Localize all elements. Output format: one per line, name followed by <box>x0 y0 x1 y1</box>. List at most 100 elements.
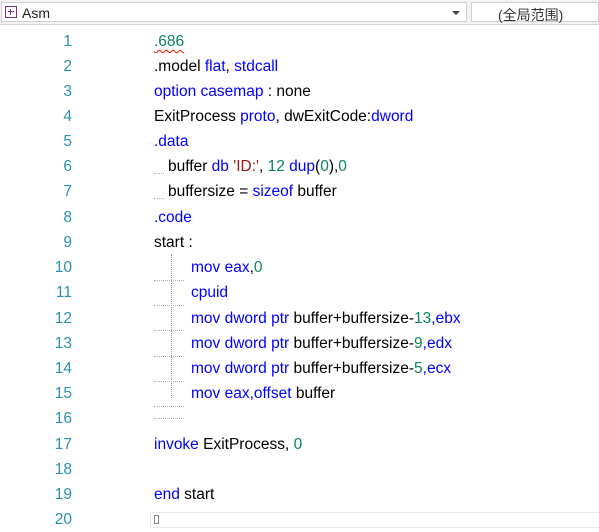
keyword: stdcall <box>234 58 279 75</box>
string-literal: 'ID:' <box>233 158 259 175</box>
directive: .model <box>154 58 205 75</box>
code-text: mov dword ptr buffer+buffersize-9,edx <box>191 331 452 356</box>
code-line: 10 <box>0 255 599 280</box>
punctuation: , <box>258 158 268 175</box>
number-literal: 0 <box>338 158 347 175</box>
register: ,ebx <box>431 310 461 327</box>
register: ,ecx <box>422 360 452 377</box>
identifier: buffer <box>293 183 337 200</box>
number-literal: 0 <box>253 259 263 276</box>
line-number: 19 <box>54 486 72 503</box>
keyword: casemap <box>200 83 264 100</box>
code-line: 11 <box>0 280 599 305</box>
line-number: 6 <box>63 158 72 175</box>
code-text: ExitProcess proto, dwExitCode:dword <box>154 104 413 129</box>
keyword: dword <box>371 108 414 125</box>
keyword: dup <box>289 158 316 175</box>
identifier: buffer+buffersize- <box>293 310 415 327</box>
code-line: 8 <box>0 205 599 230</box>
code-text: .686 <box>154 33 185 50</box>
code-editor[interactable]: 1 2 3 4 5 6 7 8 9 10 11 12 13 14 15 16 1… <box>0 29 599 528</box>
code-line: 18 <box>0 457 599 482</box>
keyword: sizeof <box>252 183 294 200</box>
keyword: mov dword ptr <box>191 360 294 377</box>
line-number: 9 <box>63 234 72 251</box>
keyword: ,offset <box>249 385 296 402</box>
line-number: 15 <box>54 385 72 402</box>
member-dropdown[interactable]: (全局范围) <box>471 2 599 23</box>
keyword: mov eax <box>191 259 250 276</box>
whitespace-marker <box>154 418 184 420</box>
number-literal: 0 <box>320 158 329 175</box>
keyword: end <box>154 486 180 503</box>
indent-guide <box>171 254 172 398</box>
code-text: .data <box>154 133 189 150</box>
keyword: db <box>211 158 229 175</box>
code-line: 19 <box>0 482 599 507</box>
text-caret <box>154 515 159 524</box>
line-number: 2 <box>63 58 72 75</box>
line-number: 18 <box>54 461 72 478</box>
identifier: buffersize = <box>168 183 253 200</box>
line-number: 11 <box>55 284 72 301</box>
keyword: flat <box>204 58 226 75</box>
code-text: mov eax,offset buffer <box>191 381 335 406</box>
code-token: , dwExitCode: <box>275 108 372 125</box>
keyword: invoke <box>154 436 199 453</box>
number-literal: 12 <box>267 158 285 175</box>
whitespace-marker <box>154 305 184 307</box>
whitespace-marker <box>154 330 184 332</box>
code-text: option casemap : none <box>154 79 311 104</box>
identifier: buffer+buffersize- <box>293 360 415 377</box>
code-text: buffer db 'ID:', 12 dup(0),0 <box>168 154 347 179</box>
navigation-bar: Asm (全局范围) <box>0 0 599 25</box>
code-line: 5 <box>0 129 599 154</box>
chevron-down-icon[interactable] <box>452 11 460 15</box>
keyword: proto <box>240 108 276 125</box>
whitespace-marker <box>154 280 184 282</box>
number-literal: 9 <box>414 335 423 352</box>
code-line: 9 <box>0 230 599 255</box>
keyword: option <box>154 83 201 100</box>
punctuation: ), <box>328 158 339 175</box>
code-text: invoke ExitProcess, 0 <box>154 432 302 457</box>
line-number: 20 <box>54 511 72 528</box>
number-literal: 0 <box>293 436 303 453</box>
code-text: .model flat, stdcall <box>154 54 278 79</box>
member-label: (全局范围) <box>498 7 564 23</box>
code-text: start : <box>154 234 193 251</box>
code-text: end start <box>154 482 214 507</box>
code-text: mov dword ptr buffer+buffersize-5,ecx <box>191 356 451 381</box>
code-line: 16 <box>0 406 599 431</box>
keyword: mov eax <box>191 385 250 402</box>
punctuation: , <box>225 58 235 75</box>
whitespace-marker <box>154 406 184 408</box>
register: ,edx <box>422 335 452 352</box>
line-number: 10 <box>54 259 72 276</box>
code-text: .code <box>154 209 192 226</box>
keyword: mov dword ptr <box>191 310 294 327</box>
identifier: ExitProcess, <box>198 436 294 453</box>
whitespace-marker <box>154 198 164 200</box>
scope-dropdown[interactable]: Asm <box>1 2 467 22</box>
line-number: 12 <box>54 310 72 327</box>
code-text: mov dword ptr buffer+buffersize-13,ebx <box>191 306 461 331</box>
code-line: 1 <box>0 29 599 54</box>
whitespace-marker <box>154 173 164 175</box>
line-number: 1 <box>63 33 72 50</box>
code-text: mov eax,0 <box>191 255 263 280</box>
line-number: 7 <box>63 183 72 200</box>
identifier: buffer <box>295 385 336 402</box>
code-line: 2 <box>0 54 599 79</box>
identifier: buffer+buffersize- <box>293 335 415 352</box>
line-number: 14 <box>54 360 72 377</box>
line-number: 17 <box>54 436 72 453</box>
code-token: : none <box>263 83 311 100</box>
number-literal: 5 <box>414 360 423 377</box>
line-number: 8 <box>63 209 72 226</box>
line-number: 3 <box>63 83 72 100</box>
identifier: start <box>179 486 215 503</box>
collapse-box-icon <box>5 6 17 18</box>
line-number: 16 <box>54 410 72 427</box>
current-line-highlight <box>150 512 599 528</box>
